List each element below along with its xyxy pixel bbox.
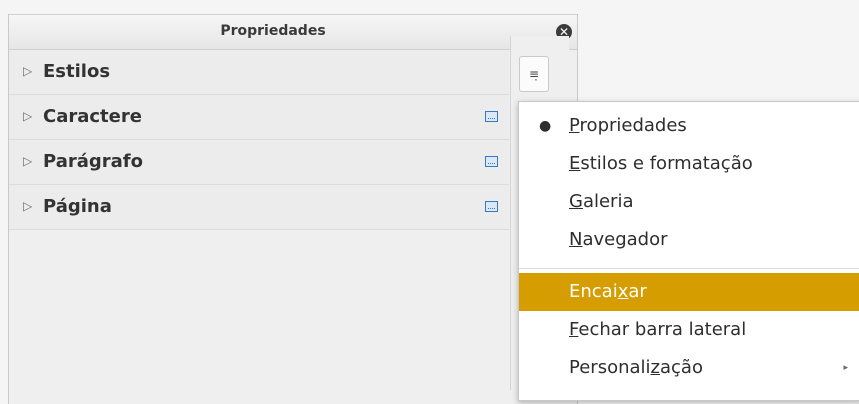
expand-arrow-icon[interactable]: ▷ [23, 199, 32, 213]
submenu-arrow-icon: ▸ [843, 363, 848, 373]
more-options-icon[interactable] [485, 111, 498, 122]
deck-label: Página [43, 196, 112, 217]
expand-arrow-icon[interactable]: ▷ [23, 109, 32, 123]
deck-caractere[interactable]: ▷ Caractere [9, 95, 509, 140]
sidebar-title: Propriedades [220, 23, 326, 39]
deck-pagina[interactable]: ▷ Página [9, 185, 509, 230]
menu-item-encaixar[interactable]: Encaixar [519, 273, 859, 311]
menu-item-propriedades[interactable]: ● Propriedades [519, 107, 859, 145]
menu-separator [519, 268, 859, 269]
deck-estilos[interactable]: ▷ Estilos [9, 50, 509, 95]
menu-item-fechar-barra-lateral[interactable]: Fechar barra lateral [519, 311, 859, 349]
sidebar-panel: Propriedades ✕ ▷ Estilos ▷ Caractere ▷ P… [8, 14, 578, 404]
expand-arrow-icon[interactable]: ▷ [23, 154, 32, 168]
menu-item-label: Propriedades [569, 115, 687, 136]
menu-item-label: Galeria [569, 191, 634, 212]
menu-item-label: Estilos e formatação [569, 153, 753, 174]
deck-label: Caractere [43, 106, 142, 127]
deck-label: Estilos [43, 61, 111, 82]
sidebar-titlebar: Propriedades ✕ [9, 14, 577, 50]
menu-item-estilos-formatacao[interactable]: Estilos e formatação [519, 145, 859, 183]
menu-item-personalizacao[interactable]: Personalização ▸ [519, 349, 859, 387]
expand-arrow-icon[interactable]: ▷ [23, 64, 32, 78]
menu-item-navegador[interactable]: Navegador [519, 221, 859, 259]
more-options-icon[interactable] [485, 201, 498, 212]
menu-item-label: Encaixar [569, 281, 647, 302]
menu-item-label: Navegador [569, 229, 668, 250]
menu-item-label: Personalização [569, 357, 703, 378]
deck-label: Parágrafo [43, 151, 143, 172]
menu-icon: ≡̣ [528, 67, 540, 81]
more-options-icon[interactable] [485, 156, 498, 167]
menu-item-label: Fechar barra lateral [569, 319, 747, 340]
sidebar-menu-button[interactable]: ≡̣ [519, 56, 549, 92]
deck-list: ▷ Estilos ▷ Caractere ▷ Parágrafo ▷ Pági… [9, 50, 509, 230]
menu-item-galeria[interactable]: Galeria [519, 183, 859, 221]
sidebar-menu-popup: ● Propriedades Estilos e formatação Gale… [518, 101, 859, 401]
deck-paragrafo[interactable]: ▷ Parágrafo [9, 140, 509, 185]
checked-bullet-icon: ● [539, 118, 552, 134]
